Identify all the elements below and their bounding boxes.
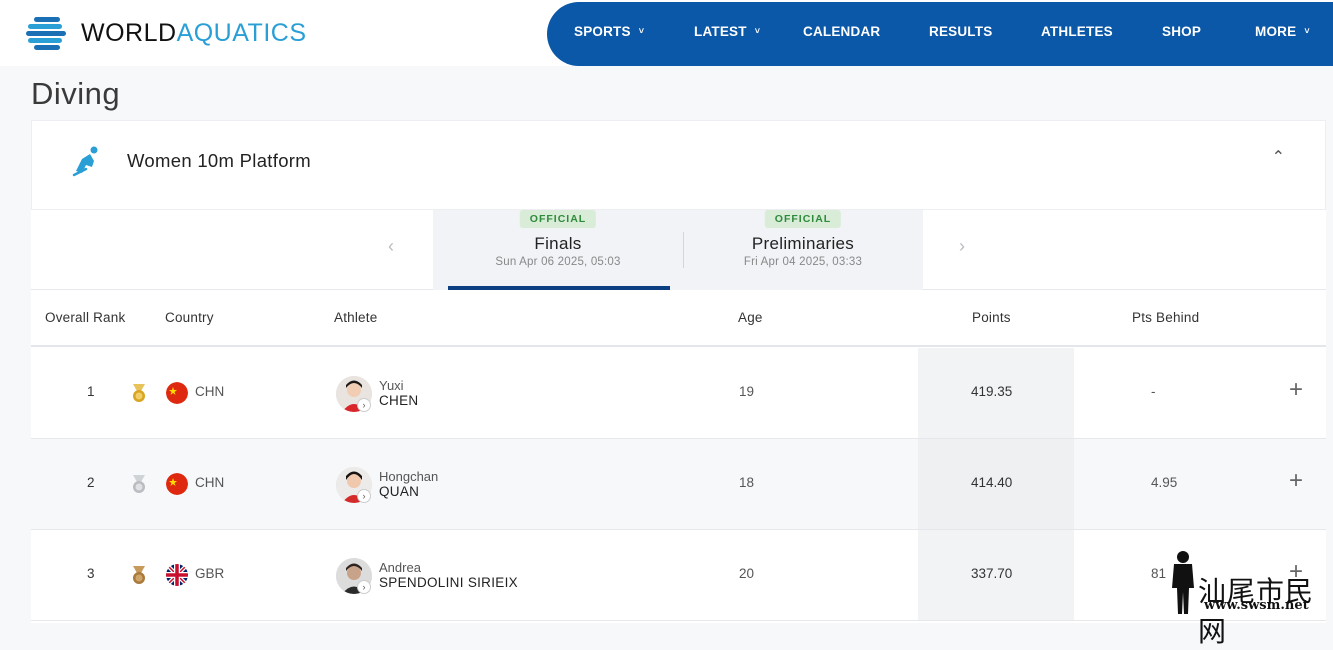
pts-behind: 81 [1151, 566, 1167, 581]
nav-more[interactable]: MORE ˅ [1255, 2, 1310, 66]
athlete-first-name[interactable]: Hongchan [379, 469, 438, 484]
logo-wordmark: WORLDAQUATICS [81, 19, 307, 48]
points: 337.70 [971, 566, 1013, 581]
col-points[interactable]: Points [972, 310, 1011, 325]
tab-date: Fri Apr 04 2025, 03:33 [743, 256, 863, 268]
athlete-first-name[interactable]: Yuxi [379, 378, 404, 393]
main-nav: SPORTS ˅ LATEST ˅ CALENDAR RESULTS ATHLETE… [547, 2, 1333, 66]
col-overall-rank[interactable]: Overall Rank [45, 310, 125, 325]
chevron-down-icon: ˅ [1304, 26, 1310, 36]
nav-athletes[interactable]: ATHLETES [1041, 2, 1113, 66]
diving-icon [72, 146, 98, 177]
china-flag-icon [166, 473, 188, 495]
gold-medal-icon [133, 384, 145, 402]
col-athlete[interactable]: Athlete [334, 310, 377, 325]
pts-behind: - [1151, 384, 1156, 399]
rank: 3 [87, 566, 95, 581]
age: 18 [739, 475, 755, 490]
event-header[interactable]: Women 10m Platform ⌃ [31, 120, 1326, 210]
bronze-medal-icon [133, 566, 145, 584]
nav-shop[interactable]: SHOP [1162, 2, 1201, 66]
expand-plus-icon[interactable]: + [1289, 376, 1303, 404]
logo-word-aquatics: AQUATICS [176, 18, 307, 47]
silver-medal-icon [133, 475, 145, 493]
tab-name: Preliminaries [751, 234, 855, 253]
page-title: Diving [31, 76, 121, 111]
nav-label: CALENDAR [803, 24, 881, 39]
arrow-right-icon: › [357, 398, 371, 412]
athlete-last-name[interactable]: SPENDOLINI SIRIEIX [379, 575, 518, 590]
person-silhouette-icon [1172, 551, 1194, 614]
nav-label: RESULTS [929, 24, 993, 39]
chevron-down-icon: ˅ [754, 26, 761, 36]
country-code: GBR [195, 566, 225, 581]
age: 20 [739, 566, 755, 581]
country-code: CHN [195, 475, 225, 490]
arrow-right-icon: › [357, 489, 371, 503]
world-aquatics-logo[interactable]: WORLDAQUATICS [26, 14, 307, 52]
nav-sports[interactable]: SPORTS ˅ [574, 2, 644, 66]
next-arrow-icon[interactable]: › [959, 236, 965, 257]
tab-preliminaries[interactable]: OFFICIAL Preliminaries Fri Apr 04 2025, … [683, 210, 923, 290]
official-badge: OFFICIAL [519, 210, 597, 228]
prev-arrow-icon[interactable]: ‹ [388, 236, 394, 257]
nav-label: ATHLETES [1041, 24, 1113, 39]
logo-word-world: WORLD [81, 18, 177, 47]
nav-latest[interactable]: LATEST ˅ [694, 2, 760, 66]
round-tabs: ‹ OFFICIAL Finals Sun Apr 06 2025, 05:03… [31, 210, 1326, 290]
table-row[interactable]: 3 GBR › Andrea SPENDOLINI SIRIEIX 20 337… [31, 530, 1326, 621]
logo-mark-icon [26, 15, 68, 51]
rank: 2 [87, 475, 95, 490]
site-header: WORLDAQUATICS SPORTS ˅ LATEST ˅ CALENDAR R… [0, 0, 1333, 66]
age: 19 [739, 384, 755, 399]
col-age[interactable]: Age [738, 310, 763, 325]
tab-name: Finals [534, 234, 582, 253]
table-header: Overall Rank Country Athlete Age Points … [31, 290, 1326, 347]
tab-finals[interactable]: OFFICIAL Finals Sun Apr 06 2025, 05:03 [433, 210, 683, 290]
nav-label: SPORTS [574, 24, 631, 39]
athlete-last-name[interactable]: QUAN [379, 484, 419, 499]
rank: 1 [87, 384, 95, 399]
country-code: CHN [195, 384, 225, 399]
watermark-url: www.swsm.net [1204, 598, 1309, 613]
nav-results[interactable]: RESULTS [929, 2, 992, 66]
site-watermark: 汕尾市民网 www.swsm.net [1168, 548, 1328, 648]
nav-label: LATEST [694, 24, 747, 39]
arrow-right-icon: › [357, 580, 371, 594]
athlete-last-name[interactable]: CHEN [379, 393, 418, 408]
nav-calendar[interactable]: CALENDAR [803, 2, 880, 66]
col-country[interactable]: Country [165, 310, 214, 325]
tab-date: Sun Apr 06 2025, 05:03 [495, 256, 621, 268]
chevron-down-icon: ˅ [638, 26, 645, 36]
chevron-up-icon[interactable]: ⌃ [1272, 147, 1285, 167]
points: 414.40 [971, 475, 1013, 490]
table-row[interactable]: 2 CHN › Hongchan QUAN 18 414.40 4.95 + [31, 439, 1326, 530]
points: 419.35 [971, 384, 1013, 399]
results-table: Overall Rank Country Athlete Age Points … [31, 290, 1326, 623]
china-flag-icon [166, 382, 188, 404]
table-row[interactable]: 1 CHN › Yuxi CHEN 19 419.35 - + [31, 348, 1326, 439]
col-pts-behind[interactable]: Pts Behind [1132, 310, 1199, 325]
nav-label: SHOP [1162, 24, 1202, 39]
nav-label: MORE [1255, 24, 1297, 39]
event-name: Women 10m Platform [127, 150, 311, 171]
expand-plus-icon[interactable]: + [1289, 467, 1303, 495]
athlete-first-name[interactable]: Andrea [379, 560, 421, 575]
official-badge: OFFICIAL [764, 210, 842, 228]
uk-flag-icon [166, 564, 188, 586]
tabs-strip: OFFICIAL Finals Sun Apr 06 2025, 05:03 O… [433, 210, 923, 290]
pts-behind: 4.95 [1151, 475, 1178, 490]
